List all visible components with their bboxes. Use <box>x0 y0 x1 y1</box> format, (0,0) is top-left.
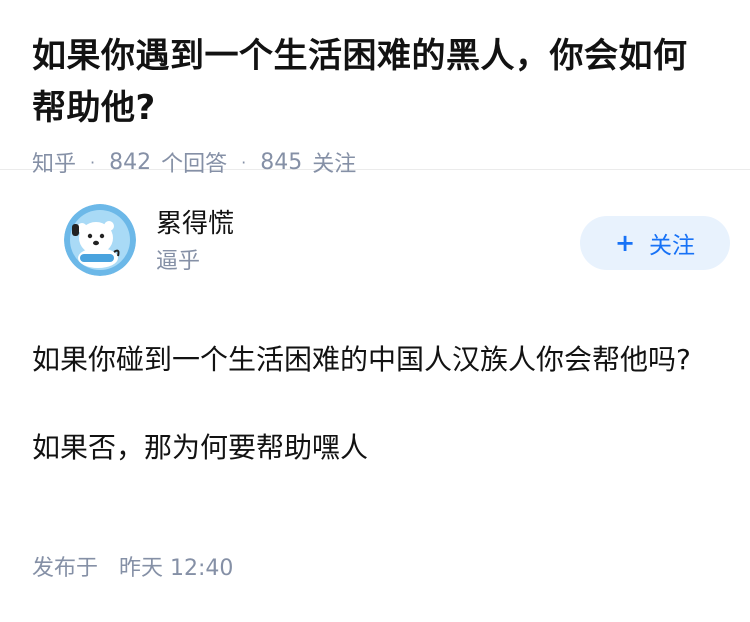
answer-content[interactable]: 如果你碰到一个生活困难的中国人汉族人你会帮他吗? 如果否，那为何要帮助嘿人 <box>32 338 718 470</box>
follow-button-label: 关注 <box>649 233 696 259</box>
question-title[interactable]: 如果你遇到一个生活困难的黑人，你会如何帮助他? <box>32 30 718 134</box>
question-header: 如果你遇到一个生活困难的黑人，你会如何帮助他? 知乎 · 842 个回答 · 8… <box>0 0 750 177</box>
author-row: 累得慌 逼乎 + 关注 <box>32 170 730 290</box>
publish-time: 发布于 昨天 12:40 <box>32 552 233 586</box>
polar-bear-avatar-icon[interactable] <box>64 204 136 276</box>
follow-button[interactable]: + 关注 <box>580 216 730 270</box>
author-bio: 逼乎 <box>156 249 201 274</box>
publish-timestamp: 昨天 12:40 <box>119 556 234 581</box>
separator-dot: · <box>90 152 96 172</box>
answer-card: 累得慌 逼乎 + 关注 <box>0 170 750 290</box>
author-name[interactable]: 累得慌 <box>156 208 234 240</box>
publish-label: 发布于 <box>32 556 99 581</box>
answer-paragraph: 如果你碰到一个生活困难的中国人汉族人你会帮他吗? <box>32 343 691 376</box>
plus-icon: + <box>614 229 636 257</box>
separator-dot: · <box>241 152 247 172</box>
answer-paragraph: 如果否，那为何要帮助嘿人 <box>32 431 369 464</box>
